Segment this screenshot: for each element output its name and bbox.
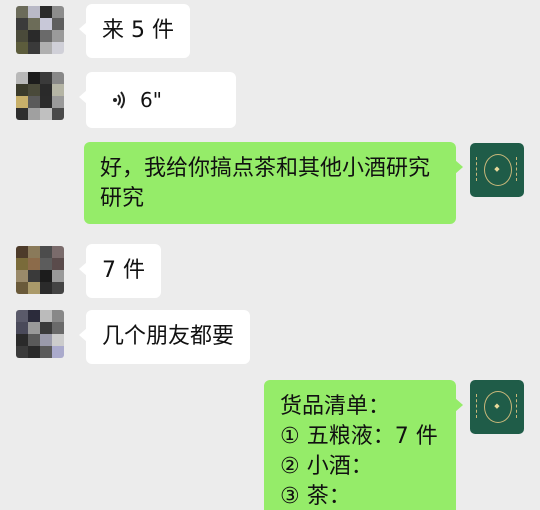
- voice-duration: 6": [140, 88, 162, 112]
- message-bubble[interactable]: 好，我给你搞点茶和其他小酒研究 研究: [84, 142, 463, 224]
- logo-emblem-icon: ◆: [494, 165, 500, 173]
- decorative-line: [516, 157, 519, 181]
- decorative-line: [516, 394, 519, 418]
- message-bubble[interactable]: 7 件: [79, 244, 161, 298]
- contact-avatar[interactable]: [16, 72, 64, 120]
- message-text: 几个朋友都要: [102, 324, 235, 349]
- brand-logo-avatar[interactable]: ◆: [470, 380, 524, 434]
- message-line: ② 小酒：: [280, 454, 373, 479]
- message-bubble[interactable]: 几个朋友都要: [78, 310, 251, 364]
- message-line: ① 五粮液：7 件: [280, 424, 438, 449]
- chat-window: 来 5 件 6" 好，我给你搞点茶和其他小酒研究 研究 ◆ 7 件 几个朋友都要…: [0, 0, 540, 510]
- message-line: 好，我给你搞点茶和其他小酒研究: [100, 156, 431, 181]
- decorative-line: [476, 394, 479, 418]
- message-line: 研究: [100, 186, 145, 211]
- message-text: 7 件: [102, 258, 145, 283]
- message-text: 来 5 件: [102, 18, 174, 43]
- message-bubble[interactable]: 货品清单： ① 五粮液：7 件 ② 小酒： ③ 茶：: [264, 380, 463, 510]
- message-bubble[interactable]: 来 5 件: [79, 4, 190, 58]
- decorative-line: [476, 157, 479, 181]
- voice-wave-icon: [112, 90, 128, 110]
- logo-emblem-icon: ◆: [494, 402, 500, 410]
- contact-avatar[interactable]: [16, 310, 64, 358]
- brand-logo-avatar[interactable]: ◆: [470, 143, 524, 197]
- message-line: 货品清单：: [280, 394, 391, 419]
- contact-avatar[interactable]: [16, 6, 64, 54]
- voice-message[interactable]: 6": [79, 72, 236, 128]
- contact-avatar[interactable]: [16, 246, 64, 294]
- message-line: ③ 茶：: [280, 484, 351, 509]
